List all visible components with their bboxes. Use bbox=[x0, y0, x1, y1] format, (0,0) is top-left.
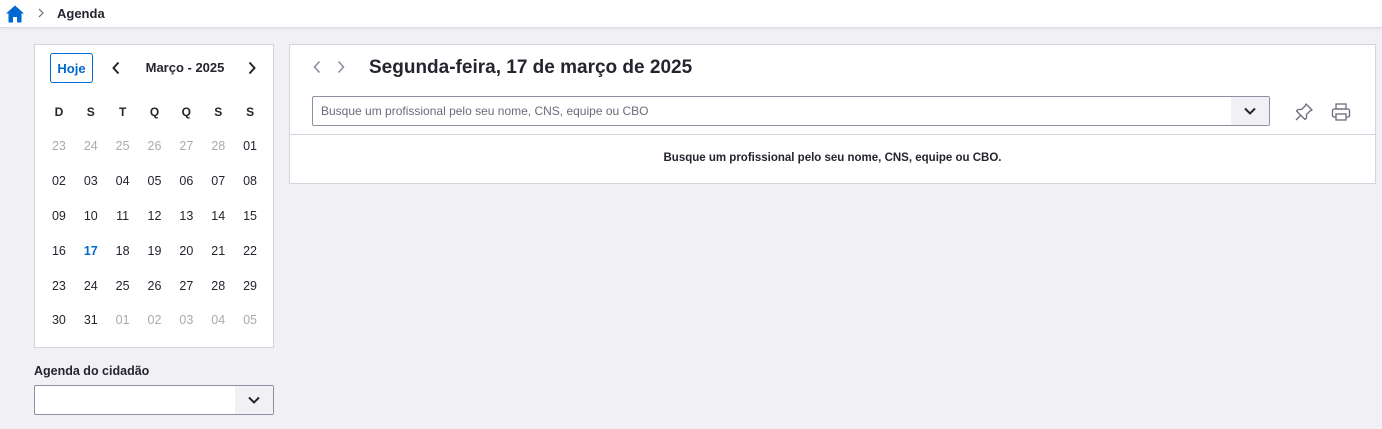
next-month-icon[interactable] bbox=[246, 60, 258, 76]
calendar-day[interactable]: 19 bbox=[139, 233, 171, 268]
next-day-icon[interactable] bbox=[335, 59, 347, 75]
calendar-day[interactable]: 30 bbox=[43, 303, 75, 338]
calendar-day[interactable]: 16 bbox=[43, 233, 75, 268]
calendar-day[interactable]: 03 bbox=[75, 164, 107, 199]
top-bar: Agenda bbox=[0, 0, 1382, 28]
previous-day-icon[interactable] bbox=[311, 59, 323, 75]
chevron-down-icon bbox=[1244, 107, 1256, 115]
calendar-day[interactable]: 21 bbox=[202, 233, 234, 268]
weekday-label: Q bbox=[149, 105, 160, 119]
calendar-day[interactable]: 07 bbox=[202, 164, 234, 199]
mini-calendar: Hoje Março - 2025 D S T Q Q S S 23 24 25 26… bbox=[34, 44, 274, 348]
chevron-right-icon bbox=[38, 8, 44, 18]
calendar-day-selected[interactable]: 17 bbox=[75, 233, 107, 268]
professional-search-dropdown-button[interactable] bbox=[1231, 97, 1269, 125]
calendar-day[interactable]: 02 bbox=[43, 164, 75, 199]
citizen-agenda-dropdown-button[interactable] bbox=[235, 386, 273, 414]
calendar-day[interactable]: 12 bbox=[139, 199, 171, 234]
calendar-day[interactable]: 24 bbox=[75, 129, 107, 164]
breadcrumb-current[interactable]: Agenda bbox=[57, 6, 105, 21]
calendar-day[interactable]: 04 bbox=[107, 164, 139, 199]
calendar-day[interactable]: 14 bbox=[202, 199, 234, 234]
professional-search[interactable] bbox=[312, 96, 1270, 126]
calendar-day[interactable]: 03 bbox=[170, 303, 202, 338]
calendar-day[interactable]: 25 bbox=[107, 268, 139, 303]
calendar-days-grid: 23 24 25 26 27 28 01 02 03 04 05 06 07 08 09 10 11 12 13 14… bbox=[43, 129, 266, 338]
citizen-agenda-select[interactable] bbox=[34, 385, 274, 415]
previous-month-icon[interactable] bbox=[110, 60, 122, 76]
calendar-day[interactable]: 25 bbox=[107, 129, 139, 164]
weekday-label: D bbox=[54, 105, 64, 119]
calendar-day[interactable]: 27 bbox=[170, 129, 202, 164]
calendar-day[interactable]: 11 bbox=[107, 199, 139, 234]
schedule-panel: Segunda-feira, 17 de março de 2025 Busqu… bbox=[289, 44, 1376, 184]
calendar-day[interactable]: 26 bbox=[139, 129, 171, 164]
page-title: Segunda-feira, 17 de março de 2025 bbox=[369, 57, 693, 78]
calendar-day[interactable]: 08 bbox=[234, 164, 266, 199]
professional-search-input[interactable] bbox=[313, 97, 1231, 125]
pin-icon[interactable] bbox=[1294, 102, 1314, 122]
calendar-day[interactable]: 29 bbox=[234, 268, 266, 303]
calendar-day[interactable]: 24 bbox=[75, 268, 107, 303]
chevron-down-icon bbox=[248, 396, 260, 404]
calendar-day[interactable]: 23 bbox=[43, 129, 75, 164]
calendar-day[interactable]: 13 bbox=[170, 199, 202, 234]
today-button[interactable]: Hoje bbox=[50, 53, 93, 83]
calendar-day[interactable]: 26 bbox=[139, 268, 171, 303]
calendar-day[interactable]: 02 bbox=[139, 303, 171, 338]
calendar-day[interactable]: 09 bbox=[43, 199, 75, 234]
calendar-day[interactable]: 18 bbox=[107, 233, 139, 268]
calendar-day[interactable]: 23 bbox=[43, 268, 75, 303]
calendar-day[interactable]: 01 bbox=[234, 129, 266, 164]
citizen-agenda-label: Agenda do cidadão bbox=[34, 364, 150, 378]
calendar-day[interactable]: 10 bbox=[75, 199, 107, 234]
home-icon[interactable] bbox=[5, 4, 25, 24]
calendar-day[interactable]: 20 bbox=[170, 233, 202, 268]
calendar-day[interactable]: 15 bbox=[234, 199, 266, 234]
calendar-day[interactable]: 28 bbox=[202, 129, 234, 164]
weekday-header: D S T Q Q S S bbox=[43, 105, 266, 119]
print-icon[interactable] bbox=[1331, 102, 1351, 122]
calendar-day[interactable]: 05 bbox=[139, 164, 171, 199]
weekday-label: S bbox=[214, 105, 223, 119]
weekday-label: S bbox=[246, 105, 255, 119]
weekday-label: Q bbox=[181, 105, 192, 119]
weekday-label: S bbox=[86, 105, 95, 119]
calendar-day[interactable]: 04 bbox=[202, 303, 234, 338]
calendar-day[interactable]: 06 bbox=[170, 164, 202, 199]
calendar-day[interactable]: 01 bbox=[107, 303, 139, 338]
calendar-day[interactable]: 31 bbox=[75, 303, 107, 338]
calendar-day[interactable]: 28 bbox=[202, 268, 234, 303]
empty-state-message: Busque um profissional pelo seu nome, CN… bbox=[663, 152, 1002, 164]
weekday-label: T bbox=[118, 105, 127, 119]
month-label: Março - 2025 bbox=[145, 60, 225, 75]
calendar-day[interactable]: 05 bbox=[234, 303, 266, 338]
calendar-day[interactable]: 22 bbox=[234, 233, 266, 268]
panel-divider bbox=[290, 134, 1375, 135]
calendar-day[interactable]: 27 bbox=[170, 268, 202, 303]
